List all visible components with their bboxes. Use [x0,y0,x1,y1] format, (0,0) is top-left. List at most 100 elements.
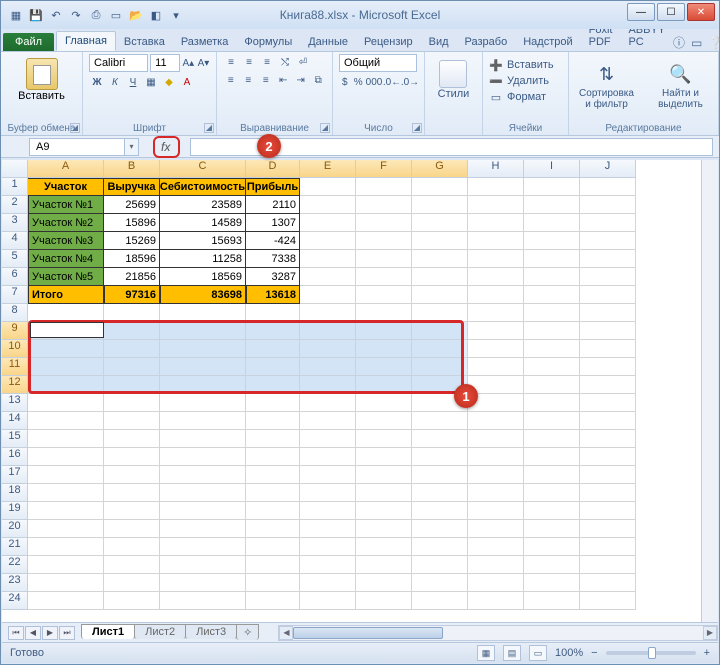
percent-icon[interactable]: % [353,74,365,90]
redo-icon[interactable]: ↷ [67,6,85,24]
cell-E4[interactable] [300,232,356,250]
col-header-E[interactable]: E [300,160,356,178]
file-tab[interactable]: Файл [3,33,54,51]
cell-J2[interactable] [580,196,636,214]
cell-H15[interactable] [468,430,524,448]
tab-developer[interactable]: Разрабо [457,33,516,51]
row-header-5[interactable]: 5 [2,250,28,268]
sheet-nav-prev-icon[interactable]: ◀ [25,626,41,640]
cell-H3[interactable] [468,214,524,232]
cell-F22[interactable] [356,556,412,574]
cell-I17[interactable] [524,466,580,484]
cell-I19[interactable] [524,502,580,520]
cell-B11[interactable] [104,358,160,376]
cell-H9[interactable] [468,322,524,340]
col-header-D[interactable]: D [246,160,300,178]
cell-I7[interactable] [524,286,580,304]
align-dialog-icon[interactable]: ◢ [320,123,330,133]
cell-I4[interactable] [524,232,580,250]
font-size-combo[interactable]: 11 [150,54,180,72]
tab-review[interactable]: Рецензир [356,33,421,51]
qat-extra1-icon[interactable]: ◧ [147,6,165,24]
cell-E13[interactable] [300,394,356,412]
cell-H2[interactable] [468,196,524,214]
cell-A16[interactable] [28,448,104,466]
cell-G14[interactable] [412,412,468,430]
col-header-B[interactable]: B [104,160,160,178]
wrap-text-icon[interactable]: ⏎ [295,54,311,70]
hscroll-right-icon[interactable]: ▶ [703,626,717,640]
select-all-corner[interactable] [2,160,28,178]
cell-H11[interactable] [468,358,524,376]
name-box[interactable]: A9 [29,138,125,156]
cell-I20[interactable] [524,520,580,538]
cell-E24[interactable] [300,592,356,610]
cell-I3[interactable] [524,214,580,232]
maximize-button[interactable]: ☐ [657,3,685,21]
row-header-22[interactable]: 22 [2,556,28,574]
close-button[interactable]: ✕ [687,3,715,21]
undo-icon[interactable]: ↶ [47,6,65,24]
cell-B14[interactable] [104,412,160,430]
align-center-icon[interactable]: ≡ [241,72,257,88]
cell-A10[interactable] [28,340,104,358]
cell-A15[interactable] [28,430,104,448]
cell-D19[interactable] [246,502,300,520]
zoom-out-button[interactable]: − [591,647,597,659]
cell-C17[interactable] [160,466,246,484]
row-header-11[interactable]: 11 [2,358,28,376]
cell-C24[interactable] [160,592,246,610]
cell-D24[interactable] [246,592,300,610]
cell-E21[interactable] [300,538,356,556]
cell-D22[interactable] [246,556,300,574]
cell-G6[interactable] [412,268,468,286]
col-header-C[interactable]: C [160,160,246,178]
row-header-24[interactable]: 24 [2,592,28,610]
shrink-font-icon[interactable]: A▾ [197,55,210,71]
name-box-dropdown-icon[interactable]: ▾ [125,138,139,156]
cell-H1[interactable] [468,178,524,196]
cell-B16[interactable] [104,448,160,466]
cell-J10[interactable] [580,340,636,358]
cell-C15[interactable] [160,430,246,448]
cell-E17[interactable] [300,466,356,484]
cell-B10[interactable] [104,340,160,358]
zoom-slider[interactable] [606,651,696,655]
cell-F5[interactable] [356,250,412,268]
row-header-17[interactable]: 17 [2,466,28,484]
cell-H16[interactable] [468,448,524,466]
row-header-10[interactable]: 10 [2,340,28,358]
cell-B17[interactable] [104,466,160,484]
cell-E15[interactable] [300,430,356,448]
row-header-1[interactable]: 1 [2,178,28,196]
cell-D13[interactable] [246,394,300,412]
cell-D23[interactable] [246,574,300,592]
cell-J1[interactable] [580,178,636,196]
help-icon[interactable]: ⓘ [673,34,685,51]
cell-G23[interactable] [412,574,468,592]
cell-E22[interactable] [300,556,356,574]
cell-H8[interactable] [468,304,524,322]
cell-C23[interactable] [160,574,246,592]
cell-D11[interactable] [246,358,300,376]
cell-C16[interactable] [160,448,246,466]
new-sheet-button[interactable]: ✧ [236,624,259,640]
cell-B21[interactable] [104,538,160,556]
ribbon-min-icon[interactable]: ▭ [691,36,702,50]
cell-D18[interactable] [246,484,300,502]
col-header-G[interactable]: G [412,160,468,178]
sheet-nav-last-icon[interactable]: ⏭ [59,626,75,640]
col-header-A[interactable]: A [28,160,104,178]
tab-view[interactable]: Вид [421,33,457,51]
cell-G8[interactable] [412,304,468,322]
row-header-19[interactable]: 19 [2,502,28,520]
cell-F24[interactable] [356,592,412,610]
cell-E10[interactable] [300,340,356,358]
cell-B9[interactable] [104,322,160,340]
indent-dec-icon[interactable]: ⇤ [276,72,292,88]
cell-B19[interactable] [104,502,160,520]
cell-E12[interactable] [300,376,356,394]
cell-C10[interactable] [160,340,246,358]
cell-F19[interactable] [356,502,412,520]
cell-D16[interactable] [246,448,300,466]
